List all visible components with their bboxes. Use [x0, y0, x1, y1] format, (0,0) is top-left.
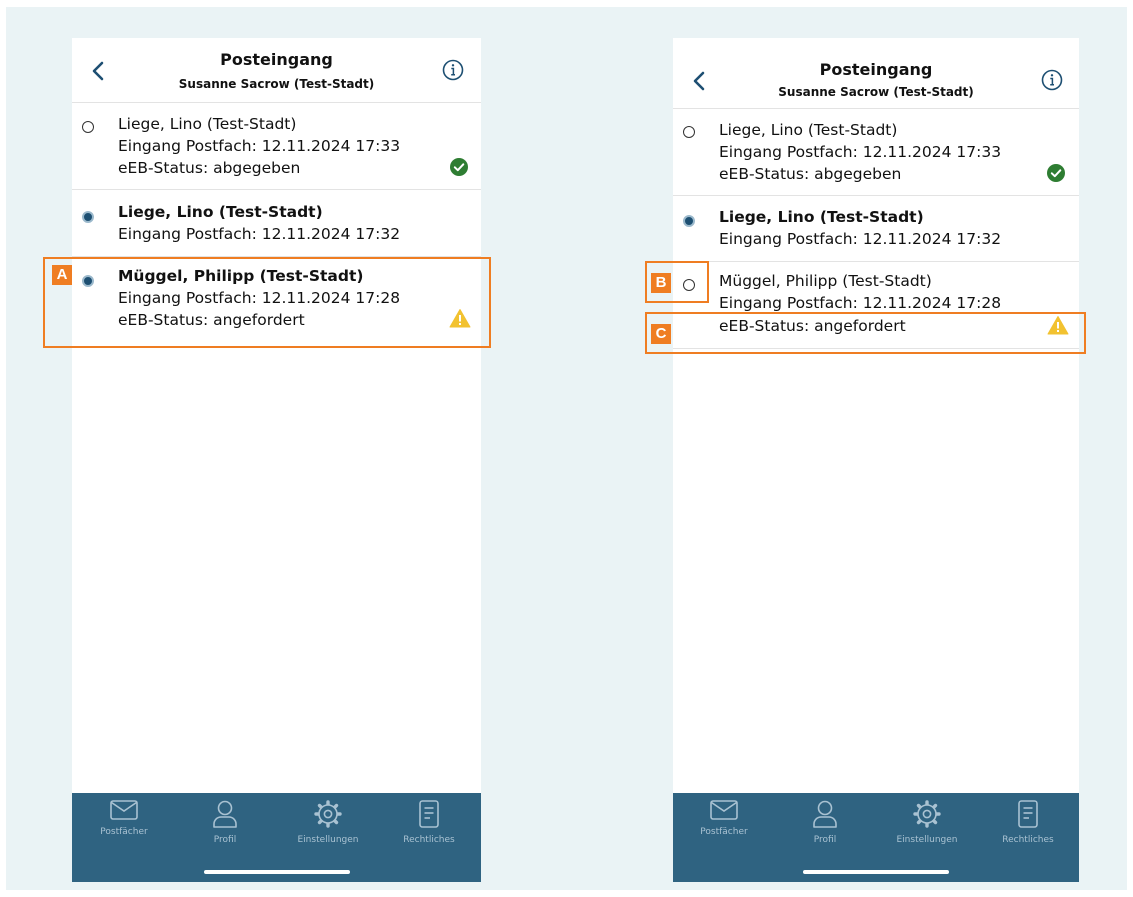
- message-row[interactable]: Liege, Lino (Test-Stadt) Eingang Postfac…: [673, 196, 1079, 262]
- message-sender: Liege, Lino (Test-Stadt): [719, 121, 898, 139]
- document-icon: [419, 800, 439, 828]
- radio-unselected[interactable]: [82, 121, 94, 133]
- phone-screen-right: Posteingang Susanne Sacrow (Test-Stadt) …: [673, 38, 1079, 882]
- info-button[interactable]: [441, 58, 465, 82]
- page-title: Posteingang: [220, 50, 333, 69]
- message-received: Eingang Postfach: 12.11.2024 17:28: [719, 294, 1002, 312]
- gear-icon: [314, 800, 342, 828]
- check-circle-icon: [450, 158, 468, 176]
- tab-einstellungen[interactable]: Einstellungen: [887, 799, 967, 845]
- callout-box-a: [43, 257, 491, 348]
- home-indicator: [803, 870, 949, 874]
- tab-label: Profil: [213, 835, 237, 845]
- tab-postfaecher[interactable]: Postfächer: [684, 799, 764, 837]
- callout-label-c: C: [651, 324, 671, 344]
- message-sender: Müggel, Philipp (Test-Stadt): [719, 272, 932, 290]
- message-status: eEB-Status: abgegeben: [719, 165, 902, 183]
- person-icon: [213, 800, 237, 828]
- message-received: Eingang Postfach: 12.11.2024 17:33: [719, 143, 1002, 161]
- mailbox-owner: Susanne Sacrow (Test-Stadt): [178, 77, 375, 91]
- radio-selected[interactable]: [683, 215, 695, 227]
- message-received: Eingang Postfach: 12.11.2024 17:33: [118, 137, 401, 155]
- check-circle-icon: [1047, 164, 1065, 182]
- tab-rechtliches[interactable]: Rechtliches: [389, 799, 469, 845]
- tab-postfaecher[interactable]: Postfächer: [84, 799, 164, 837]
- radio-selected[interactable]: [82, 211, 94, 223]
- person-icon: [813, 800, 837, 828]
- message-received: Eingang Postfach: 12.11.2024 17:32: [118, 225, 401, 243]
- callout-label-b: B: [651, 273, 671, 293]
- info-button[interactable]: [1040, 68, 1064, 92]
- inbox-header: Posteingang Susanne Sacrow (Test-Stadt): [72, 38, 481, 103]
- message-row[interactable]: Liege, Lino (Test-Stadt) Eingang Postfac…: [72, 190, 481, 257]
- tab-label: Einstellungen: [297, 835, 359, 845]
- tab-label: Rechtliches: [1002, 835, 1054, 845]
- envelope-icon: [110, 800, 138, 820]
- message-sender: Liege, Lino (Test-Stadt): [719, 208, 924, 226]
- tab-einstellungen[interactable]: Einstellungen: [288, 799, 368, 845]
- tab-label: Profil: [813, 835, 837, 845]
- info-circle-icon: [1041, 69, 1063, 91]
- tab-bar: Postfächer Profil Einstellungen Rechtlic…: [673, 793, 1079, 882]
- message-row[interactable]: Liege, Lino (Test-Stadt) Eingang Postfac…: [72, 102, 481, 190]
- radio-unselected[interactable]: [683, 126, 695, 138]
- home-indicator: [203, 870, 350, 874]
- document-icon: [1018, 800, 1038, 828]
- tab-label: Postfächer: [700, 827, 748, 837]
- tab-profil[interactable]: Profil: [185, 799, 265, 845]
- callout-label-a: A: [52, 265, 72, 285]
- tab-label: Rechtliches: [403, 835, 455, 845]
- tab-label: Einstellungen: [896, 835, 958, 845]
- message-received: Eingang Postfach: 12.11.2024 17:32: [719, 230, 1002, 248]
- tab-bar: Postfächer Profil Einstellungen Rechtlic…: [72, 793, 481, 882]
- mailbox-owner: Susanne Sacrow (Test-Stadt): [778, 85, 974, 99]
- message-sender: Liege, Lino (Test-Stadt): [118, 115, 297, 133]
- callout-box-c: [645, 312, 1086, 354]
- phone-screen-left: Posteingang Susanne Sacrow (Test-Stadt) …: [72, 38, 481, 882]
- tab-rechtliches[interactable]: Rechtliches: [988, 799, 1068, 845]
- message-sender: Liege, Lino (Test-Stadt): [118, 203, 323, 221]
- gear-icon: [913, 800, 941, 828]
- envelope-icon: [710, 800, 738, 820]
- page-title: Posteingang: [819, 60, 933, 79]
- tab-profil[interactable]: Profil: [785, 799, 865, 845]
- message-row[interactable]: Liege, Lino (Test-Stadt) Eingang Postfac…: [673, 108, 1079, 196]
- message-status: eEB-Status: abgegeben: [118, 159, 301, 177]
- inbox-header: Posteingang Susanne Sacrow (Test-Stadt): [673, 38, 1079, 109]
- tab-label: Postfächer: [100, 827, 148, 837]
- info-circle-icon: [442, 59, 464, 81]
